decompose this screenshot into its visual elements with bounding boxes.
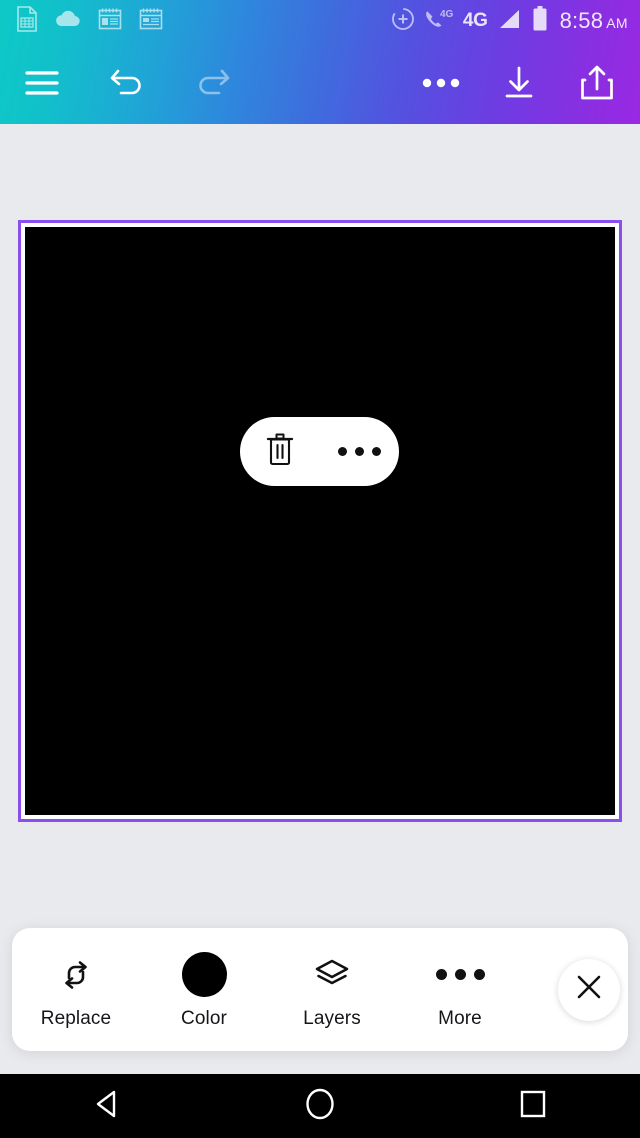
close-button[interactable] [558, 958, 620, 1021]
nav-recents-button[interactable] [427, 1074, 640, 1138]
nav-back-button[interactable] [0, 1074, 213, 1138]
notes-icon [98, 7, 122, 36]
share-upload-icon [579, 64, 615, 102]
top-gradient-bar: 4G 4G 8:58 AM [0, 0, 640, 124]
android-navigation-bar [0, 1074, 640, 1138]
download-icon [501, 65, 537, 101]
back-triangle-icon [92, 1088, 122, 1125]
download-button[interactable] [487, 42, 551, 124]
undo-button[interactable] [96, 42, 160, 124]
element-more-button[interactable] [320, 417, 400, 486]
tool-label: Replace [40, 1007, 112, 1029]
more-options-button[interactable] [409, 42, 473, 124]
tool-replace[interactable]: Replace [12, 928, 140, 1051]
replace-icon [56, 952, 96, 998]
selected-element-frame[interactable] [18, 220, 622, 822]
spreadsheet-icon [16, 5, 38, 37]
svg-text:4G: 4G [440, 9, 454, 20]
more-dots-icon [337, 447, 381, 456]
app-toolbar [0, 42, 640, 124]
tool-layers[interactable]: Layers [268, 928, 396, 1051]
home-circle-icon [304, 1087, 336, 1126]
phone-4g-icon: 4G [424, 7, 454, 36]
color-swatch [181, 952, 227, 997]
signal-icon [497, 8, 523, 35]
status-bar: 4G 4G 8:58 AM [0, 0, 640, 42]
status-bar-system: 4G 4G 8:58 AM [391, 0, 628, 42]
network-type-label: 4G [462, 10, 488, 31]
menu-button[interactable] [10, 42, 74, 124]
tool-label: More [438, 1007, 482, 1029]
more-dots-icon [435, 952, 485, 998]
delete-button[interactable] [240, 417, 320, 486]
trash-icon [265, 432, 295, 471]
color-swatch-icon [181, 952, 227, 998]
clock-ampm: AM [606, 15, 628, 31]
canvas-artboard[interactable] [25, 227, 615, 815]
tool-label: Color [181, 1007, 227, 1029]
redo-button[interactable] [180, 42, 244, 124]
recents-square-icon [518, 1087, 548, 1126]
status-bar-notifications [16, 0, 163, 42]
clock-time: 8:58 [559, 8, 604, 33]
more-dots-icon [422, 78, 460, 88]
notes-alt-icon [139, 7, 163, 36]
tool-label: Layers [303, 1007, 361, 1029]
cloud-icon [55, 9, 81, 33]
status-clock: 8:58 AM [560, 8, 628, 34]
layers-icon [311, 952, 353, 998]
tool-color[interactable]: Color [140, 928, 268, 1051]
app-screen: 4G 4G 8:58 AM Replace Color Layers More [0, 0, 640, 1138]
hamburger-menu-icon [25, 70, 59, 96]
redo-icon [193, 67, 231, 99]
undo-icon [109, 67, 147, 99]
bottom-toolbar: Replace Color Layers More [12, 928, 628, 1051]
nav-home-button[interactable] [213, 1074, 426, 1138]
tool-more[interactable]: More [396, 928, 524, 1051]
add-circle-icon [391, 7, 415, 36]
editor-stage[interactable] [0, 124, 640, 928]
element-action-pill [240, 417, 399, 486]
share-button[interactable] [565, 42, 629, 124]
close-icon [575, 973, 603, 1006]
battery-icon [532, 6, 548, 36]
